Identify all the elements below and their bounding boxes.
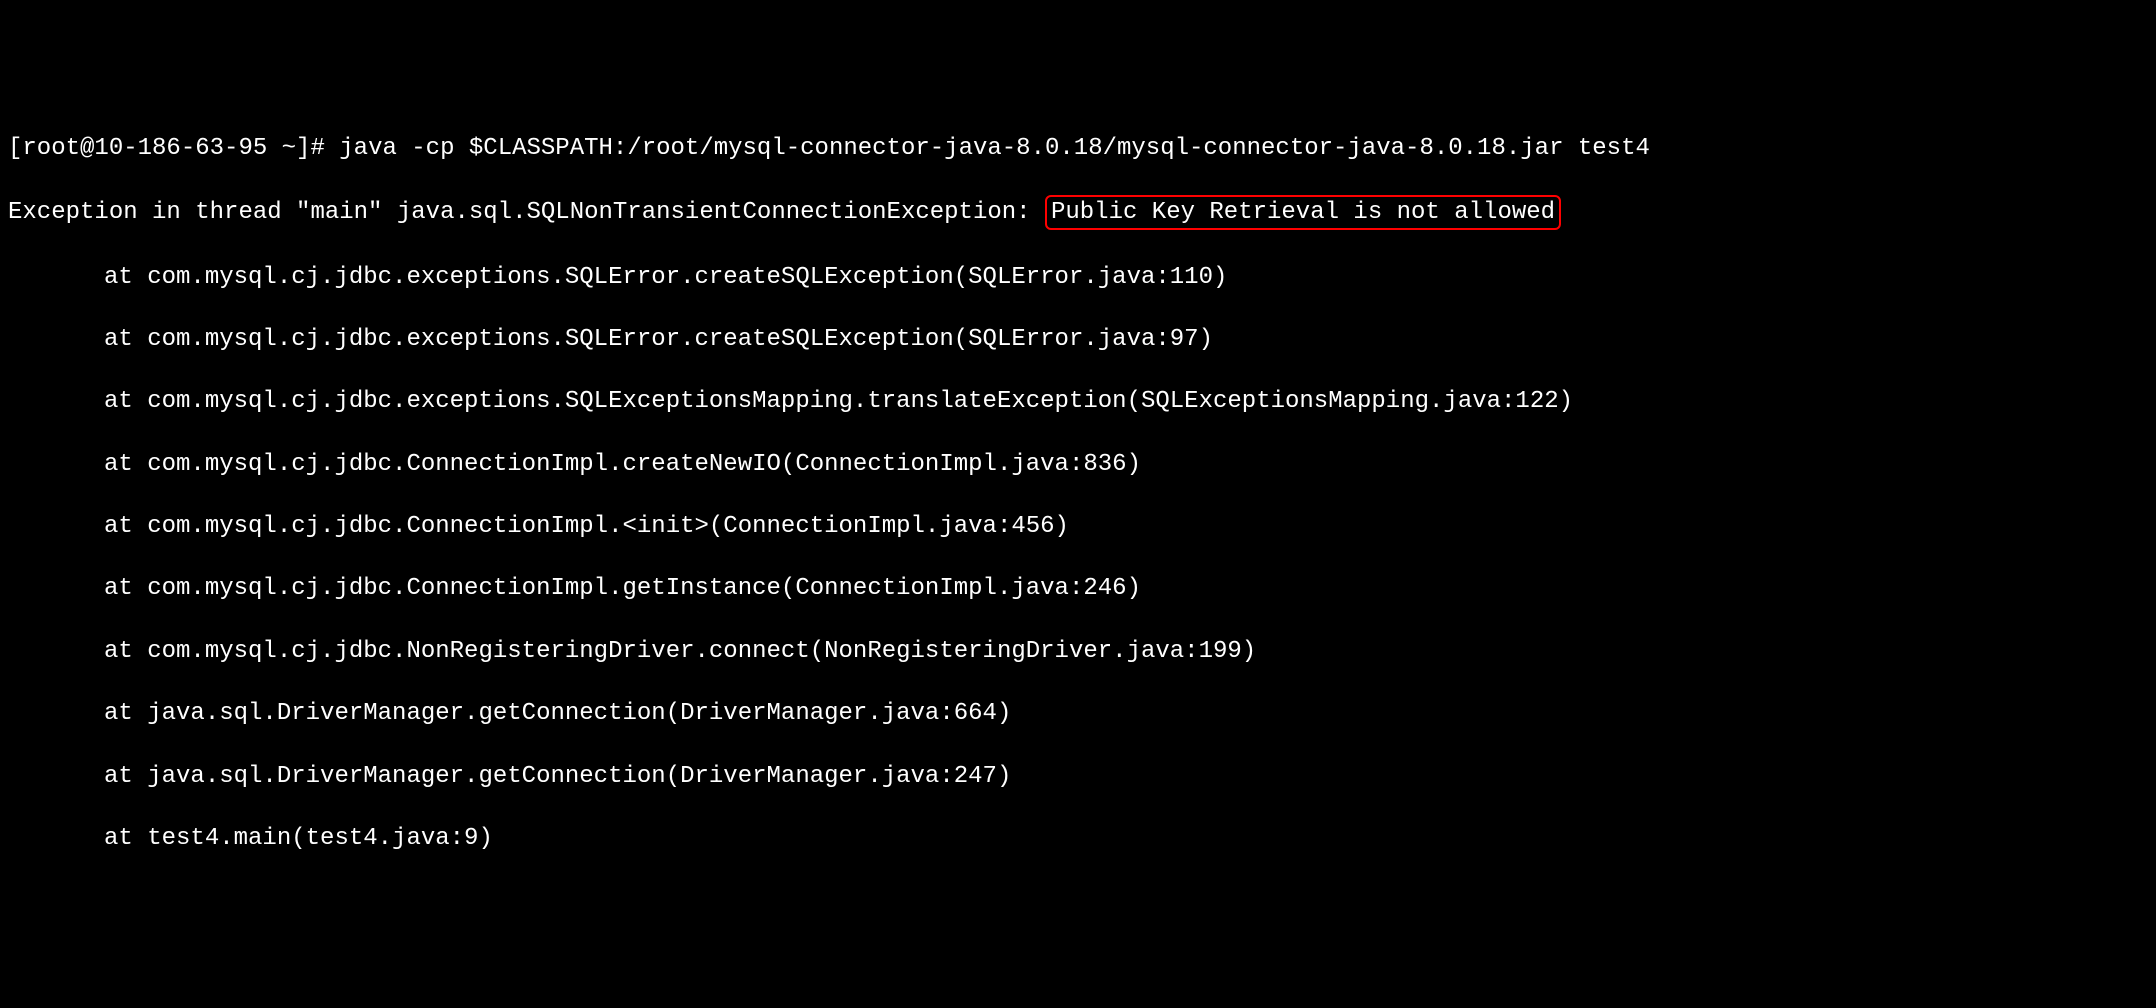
stack-trace-line: at java.sql.DriverManager.getConnection(… xyxy=(8,761,2148,792)
exception-message-highlight: Public Key Retrieval is not allowed xyxy=(1045,195,1561,230)
stack-trace-line: at test4.main(test4.java:9) xyxy=(8,823,2148,854)
command-line: [root@10-186-63-95 ~]# java -cp $CLASSPA… xyxy=(8,133,2148,164)
stack-trace-line: at com.mysql.cj.jdbc.ConnectionImpl.<ini… xyxy=(8,511,2148,542)
shell-prompt: [root@10-186-63-95 ~]# xyxy=(8,135,339,162)
stack-trace-line: at com.mysql.cj.jdbc.exceptions.SQLError… xyxy=(8,324,2148,355)
stack-trace-line: at com.mysql.cj.jdbc.NonRegisteringDrive… xyxy=(8,636,2148,667)
exception-prefix: Exception in thread "main" java.sql.SQLN… xyxy=(8,199,1045,226)
stack-trace-line: at com.mysql.cj.jdbc.ConnectionImpl.getI… xyxy=(8,573,2148,604)
exception-line: Exception in thread "main" java.sql.SQLN… xyxy=(8,195,2148,230)
command-text: java -cp $CLASSPATH:/root/mysql-connecto… xyxy=(339,135,1650,162)
stack-trace-line: at com.mysql.cj.jdbc.ConnectionImpl.crea… xyxy=(8,449,2148,480)
stack-trace-line: at com.mysql.cj.jdbc.exceptions.SQLExcep… xyxy=(8,386,2148,417)
stack-trace-line: at com.mysql.cj.jdbc.exceptions.SQLError… xyxy=(8,262,2148,293)
stack-trace-line: at java.sql.DriverManager.getConnection(… xyxy=(8,698,2148,729)
